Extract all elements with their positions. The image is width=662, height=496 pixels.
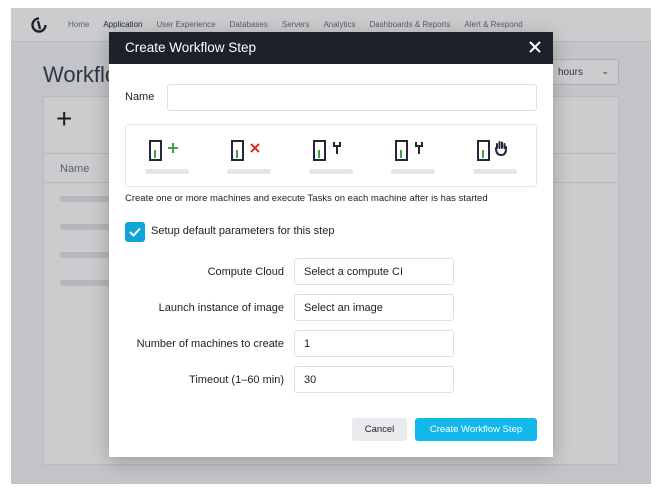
create-workflow-step-dialog: Create Workflow Step Name Create one or …	[109, 32, 553, 457]
launch-image-select[interactable]: Select an image	[294, 294, 454, 321]
machine-icon	[395, 140, 408, 161]
wrench-icon	[333, 142, 341, 154]
cancel-button[interactable]: Cancel	[352, 418, 407, 441]
step-type-picker	[125, 124, 537, 187]
timeout-input[interactable]: 30	[294, 366, 454, 393]
wrench-icon	[415, 142, 423, 154]
name-label: Name	[125, 91, 155, 103]
launch-image-label: Launch instance of image	[158, 302, 284, 314]
close-button[interactable]	[527, 38, 543, 56]
step-label-placeholder	[227, 169, 271, 174]
close-icon	[529, 41, 541, 53]
step-execute-tasks[interactable]	[391, 136, 435, 174]
default-params-checkbox[interactable]	[125, 222, 145, 242]
hand-icon	[495, 141, 507, 156]
machine-icon	[231, 140, 244, 161]
default-params-label[interactable]: Setup default parameters for this step	[151, 225, 334, 237]
machine-icon	[477, 140, 490, 161]
timeout-label: Timeout (1–60 min)	[189, 374, 284, 386]
dialog-header: Create Workflow Step	[109, 32, 553, 64]
step-manual-action[interactable]	[473, 136, 517, 174]
step-label-placeholder	[145, 169, 189, 174]
machine-icon	[313, 140, 326, 161]
dialog-title: Create Workflow Step	[125, 40, 257, 55]
create-workflow-step-button[interactable]: Create Workflow Step	[415, 418, 537, 441]
add-machine-icon	[168, 143, 178, 153]
step-remove-machines[interactable]	[227, 136, 271, 174]
step-configure-machines[interactable]	[309, 136, 353, 174]
step-label-placeholder	[391, 169, 435, 174]
compute-cloud-label: Compute Cloud	[207, 266, 284, 278]
remove-machine-icon	[250, 143, 260, 153]
step-label-placeholder	[309, 169, 353, 174]
machine-icon	[149, 140, 162, 161]
name-input[interactable]	[167, 84, 537, 111]
compute-cloud-select[interactable]: Select a compute CI	[294, 258, 454, 285]
step-label-placeholder	[473, 169, 517, 174]
step-add-machines[interactable]	[145, 136, 189, 174]
machine-count-label: Number of machines to create	[136, 338, 284, 350]
machine-count-input[interactable]: 1	[294, 330, 454, 357]
checkmark-icon	[129, 227, 141, 237]
step-description: Create one or more machines and execute …	[125, 193, 488, 204]
